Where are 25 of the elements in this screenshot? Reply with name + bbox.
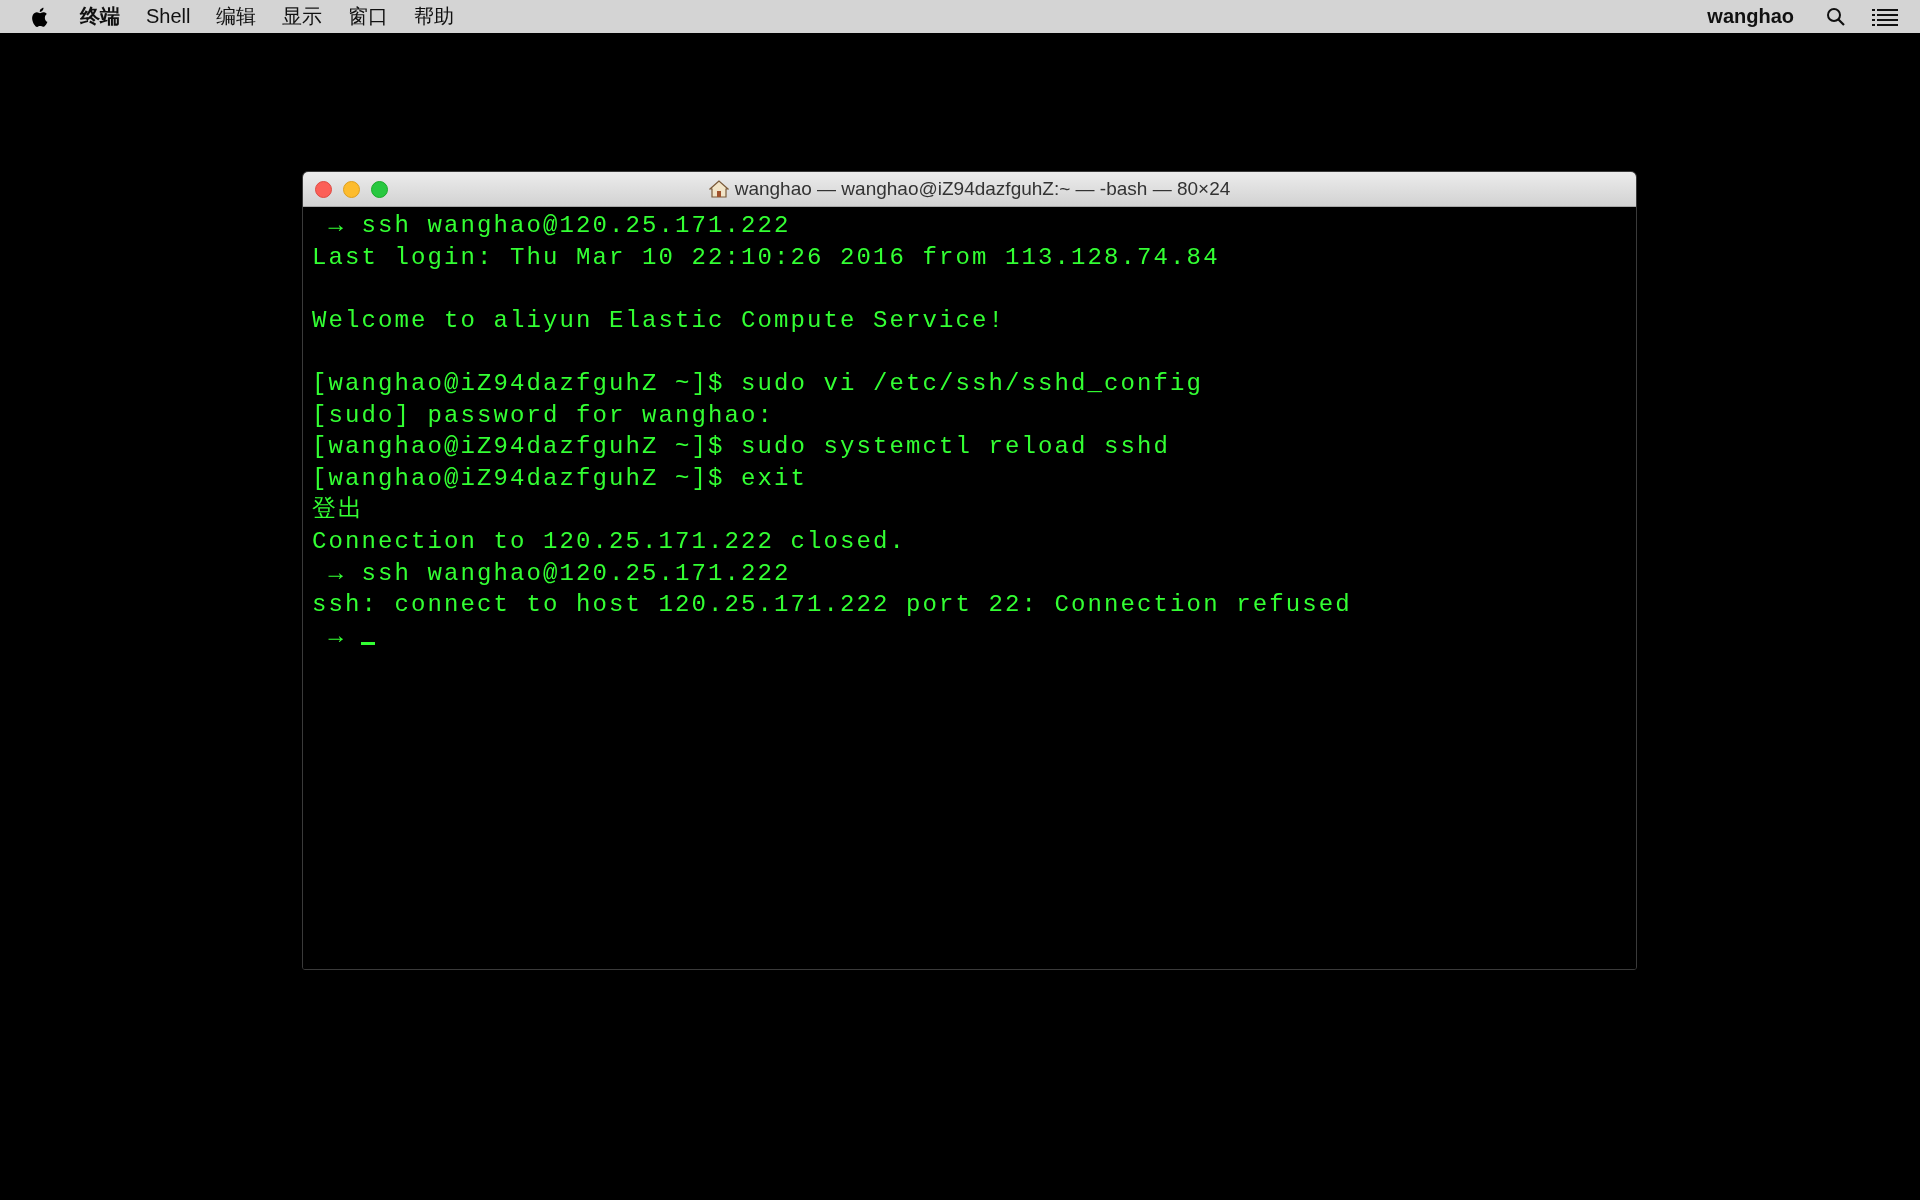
menu-item[interactable]: 帮助 [414,3,455,30]
terminal-line: ssh: connect to host 120.25.171.222 port 22: Connection refused [312,590,1352,621]
menu-item[interactable]: 终端 [80,3,120,30]
terminal-line: 登出 [312,495,365,526]
menu-item[interactable]: 显示 [282,3,323,30]
user-name[interactable]: wanghao [1707,5,1794,28]
apple-icon[interactable] [30,5,48,28]
terminal-line: → [327,621,345,652]
list-icon[interactable] [1872,7,1898,26]
menu-item[interactable]: 窗口 [348,3,389,30]
window-title: wanghao — wanghao@iZ94dazfguhZ:~ — -bash — 80×24 [734,178,1231,200]
terminal-line: Last login: Thu Mar 10 22:10:26 2016 from 113.128.74.84 [312,242,1220,273]
terminal-line: [sudo] password for wanghao: [312,400,775,431]
terminal-line: → ssh wanghao@120.25.171.222 [327,558,791,589]
house-icon [708,180,729,198]
terminal-line: Welcome to aliyun Elastic Compute Service! [312,305,1006,336]
terminal-line: [wanghao@iZ94dazfguhZ ~]$ sudo systemctl reload sshd [312,432,1171,463]
terminal-line: Connection to 120.25.171.222 closed. [312,526,907,557]
terminal-line: [wanghao@iZ94dazfguhZ ~]$ exit [312,463,808,494]
menu-item[interactable]: Shell [146,5,191,28]
menu-item[interactable]: 编辑 [216,3,257,30]
terminal-line: [wanghao@iZ94dazfguhZ ~]$ sudo vi /etc/ssh/sshd_config [312,368,1204,399]
search-icon[interactable] [1826,6,1846,27]
terminal-line: → ssh wanghao@120.25.171.222 [327,211,791,241]
close-button[interactable] [315,180,332,198]
